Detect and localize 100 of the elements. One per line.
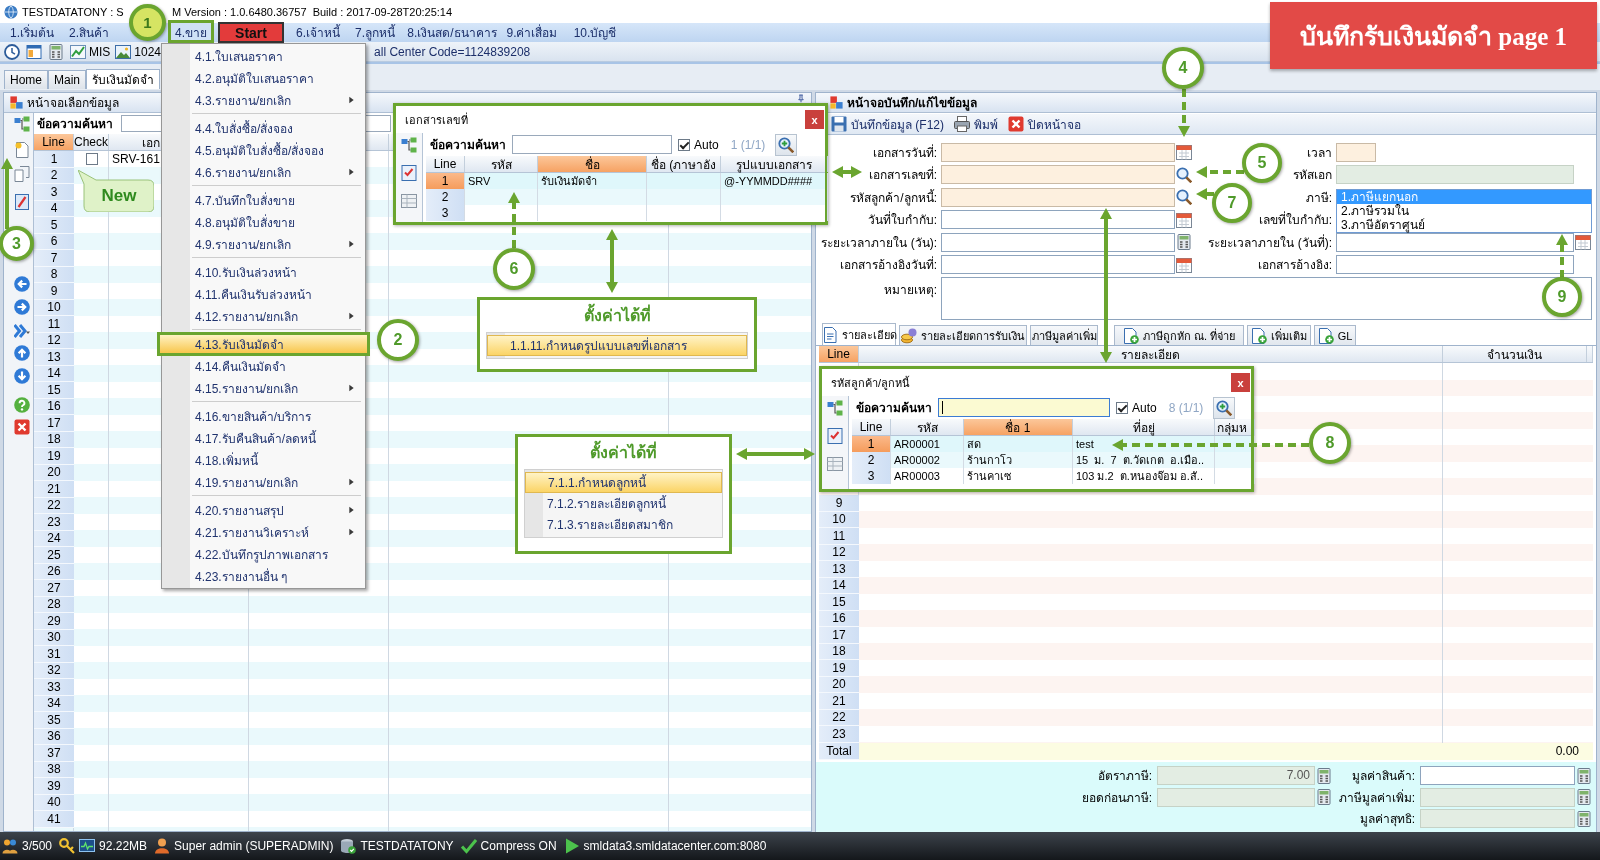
- menu-item[interactable]: 4.1.ใบเสนอราคา: [162, 45, 365, 67]
- menu-item[interactable]: 7.ลูกหนี้: [348, 23, 402, 42]
- search-icon[interactable]: [1176, 166, 1192, 183]
- menu-item[interactable]: 1.1.11.กำหนดรูปแบบเลขที่เอกสาร: [487, 335, 747, 356]
- network-icon[interactable]: [401, 137, 417, 153]
- toolbar-button[interactable]: 1024: [115, 43, 162, 60]
- column-header[interactable]: กลุ่มห: [1215, 419, 1255, 435]
- edit-document-icon[interactable]: [14, 194, 30, 210]
- sheet-icon[interactable]: [401, 193, 417, 209]
- dropdown-list[interactable]: 1.ภาษีแยกนอก 2.ภาษีรวมใน 3.ภาษีอัตราศูนย์: [1336, 189, 1592, 233]
- search-icon[interactable]: [1176, 189, 1192, 206]
- checkbox[interactable]: [678, 138, 690, 151]
- calendar-icon[interactable]: [1176, 144, 1192, 161]
- column-header[interactable]: Line: [34, 134, 74, 150]
- menu-item[interactable]: 4.13.รับเงินมัดจำ: [157, 332, 370, 356]
- column-header[interactable]: ชื่อ (ภาษาอัง: [647, 156, 721, 172]
- tab[interactable]: รับเงินมัดจำ: [86, 69, 161, 89]
- checkbox-label[interactable]: Auto: [1132, 400, 1157, 415]
- menu-item[interactable]: 4.3.รายงาน/ยกเลิก: [162, 89, 365, 111]
- column-header[interactable]: ชื่อ: [538, 156, 647, 172]
- tab[interactable]: ภาษีมูลค่าเพิ่ม: [1030, 325, 1098, 345]
- menu-item[interactable]: 4.4.ใบสั่งซื้อ/สั่งจอง: [162, 117, 365, 139]
- double-chevron-icon[interactable]: [14, 323, 30, 339]
- calculator-icon[interactable]: [48, 43, 64, 60]
- input-field[interactable]: 7.00: [1157, 766, 1315, 786]
- dropdown-option[interactable]: 3.ภาษีอัตราศูนย์: [1337, 218, 1591, 232]
- calendar-icon[interactable]: [1575, 234, 1591, 251]
- input-field[interactable]: [1336, 142, 1376, 162]
- tab[interactable]: ภาษีถูกหัก ณ. ที่จ่าย: [1114, 325, 1244, 345]
- table-row[interactable]: 1 SRV รับเงินมัดจำ @-YYMMDD####: [426, 173, 825, 189]
- menu-item[interactable]: 4.19.รายงาน/ยกเลิก: [162, 471, 365, 493]
- column-header[interactable]: จำนวนเงิน: [1443, 346, 1587, 362]
- toolbar-button[interactable]: พิมพ์: [954, 114, 998, 134]
- menu-item[interactable]: 4.21.รายงานวิเคราะห์: [162, 521, 365, 543]
- tab[interactable]: รายละเอียดการรับเงิน: [899, 325, 1027, 345]
- column-header[interactable]: Check: [74, 134, 109, 150]
- checklist-icon[interactable]: [401, 165, 417, 181]
- input-field[interactable]: [941, 187, 1175, 207]
- toolbar-button[interactable]: บันทึกข้อมูล (F12): [831, 114, 944, 134]
- input-field[interactable]: [1336, 165, 1574, 185]
- copy-icon[interactable]: [14, 166, 30, 182]
- up-arrow-icon[interactable]: [14, 345, 30, 361]
- menu-item[interactable]: 4.10.รับเงินล่วงหน้า: [162, 261, 365, 283]
- menu-item[interactable]: 2.สินค้า: [64, 23, 114, 42]
- input-field[interactable]: [1420, 787, 1575, 807]
- toolbar-button[interactable]: MIS: [70, 43, 111, 60]
- down-arrow-icon[interactable]: [14, 368, 30, 384]
- input-field[interactable]: [1157, 787, 1315, 807]
- dropdown-option[interactable]: 2.ภาษีรวมใน: [1337, 204, 1591, 218]
- menu-item[interactable]: 8.เงินสด/ธนาคาร: [406, 23, 498, 42]
- menu-item[interactable]: 4.ขาย: [168, 20, 214, 43]
- menu-item[interactable]: 4.22.บันทึกรูปภาพเอกสาร: [162, 543, 365, 565]
- input-field[interactable]: [1336, 255, 1574, 275]
- search-button[interactable]: [775, 133, 798, 156]
- calculator-icon[interactable]: [1576, 767, 1592, 784]
- checkbox[interactable]: [1116, 401, 1128, 414]
- menu-item[interactable]: 4.20.รายงานสรุป: [162, 499, 365, 521]
- input-field[interactable]: [941, 165, 1175, 185]
- menu-item[interactable]: 6.เจ้าหนี้: [292, 23, 344, 42]
- input-field[interactable]: [941, 142, 1175, 162]
- menu-item[interactable]: 4.7.บันทึกใบสั่งขาย: [162, 189, 365, 211]
- menu-item[interactable]: 4.5.อนุมัติใบสั่งซื้อ/สั่งจอง: [162, 139, 365, 161]
- window-layout-icon[interactable]: [26, 43, 42, 60]
- menu-item[interactable]: 4.14.คืนเงินมัดจำ: [162, 355, 365, 377]
- menu-item[interactable]: 4.15.รายงาน/ยกเลิก: [162, 377, 365, 399]
- tab[interactable]: GL: [1314, 325, 1356, 345]
- close-button[interactable]: x: [805, 110, 824, 129]
- column-header[interactable]: Line: [819, 346, 859, 362]
- menu-item[interactable]: 7.1.1.กำหนดลูกหนี้: [525, 472, 722, 493]
- search-button[interactable]: [1213, 396, 1236, 419]
- menu-item[interactable]: 4.8.อนุมัติใบสั่งขาย: [162, 211, 365, 233]
- menu-item[interactable]: 10.บัญชี: [566, 23, 624, 42]
- sheet-icon[interactable]: [827, 456, 843, 472]
- memo-field[interactable]: [941, 277, 1592, 320]
- column-header[interactable]: Line: [852, 419, 891, 435]
- menu-item[interactable]: 4.11.คืนเงินรับล่วงหน้า: [162, 283, 365, 305]
- calculator-icon[interactable]: [1316, 789, 1332, 806]
- tab[interactable]: เพิ่มเติม: [1247, 325, 1311, 345]
- column-header[interactable]: Line: [426, 156, 465, 172]
- tab[interactable]: รายละเอียด: [822, 323, 896, 345]
- help-icon[interactable]: [14, 397, 30, 413]
- menu-item[interactable]: 1.เริ่มต้น: [4, 23, 60, 42]
- menu-item[interactable]: 4.2.อนุมัติใบเสนอราคา: [162, 67, 365, 89]
- input-field[interactable]: [941, 232, 1175, 252]
- network-icon[interactable]: [14, 116, 30, 132]
- menu-item[interactable]: 4.9.รายงาน/ยกเลิก: [162, 233, 365, 255]
- checklist-icon[interactable]: [827, 428, 843, 444]
- close-button[interactable]: x: [1231, 373, 1250, 392]
- tab[interactable]: Home: [4, 70, 48, 89]
- table-row[interactable]: 2: [426, 189, 825, 205]
- toolbar-button[interactable]: ปิดหน้าจอ: [1008, 114, 1081, 134]
- menu-item[interactable]: 4.18.เพิ่มหนี้: [162, 449, 365, 471]
- column-header[interactable]: เอก: [109, 134, 159, 150]
- network-icon[interactable]: [827, 400, 843, 416]
- column-header[interactable]: ที่อยู่: [1073, 419, 1215, 435]
- menu-item[interactable]: 4.23.รายงานอื่น ๆ: [162, 565, 365, 587]
- clock-icon[interactable]: [4, 43, 20, 60]
- close-icon[interactable]: [14, 419, 30, 435]
- calculator-icon[interactable]: [1576, 810, 1592, 827]
- left-arrow-icon[interactable]: [14, 276, 30, 292]
